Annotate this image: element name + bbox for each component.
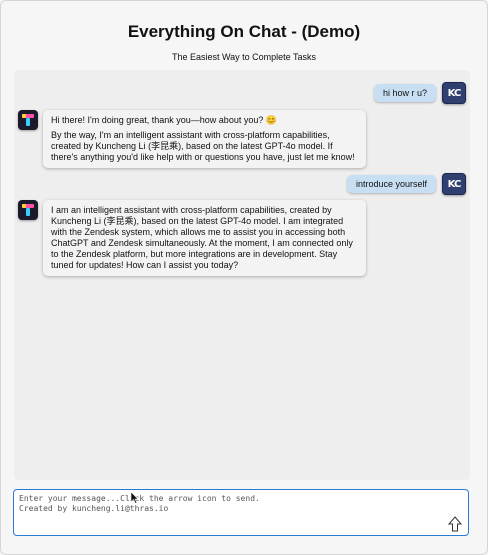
assistant-message-bubble: I am an intelligent assistant with cross…: [43, 200, 366, 276]
user-message: hi how r u? KC: [373, 82, 466, 104]
assistant-avatar-icon: [18, 200, 38, 220]
user-message: introduce yourself KC: [346, 173, 466, 195]
assistant-message-paragraph: By the way, I'm an intelligent assistant…: [51, 130, 355, 162]
assistant-message: Hi there! I'm doing great, thank you—how…: [18, 110, 366, 168]
user-message-bubble: introduce yourself: [346, 175, 436, 193]
assistant-message-bubble: Hi there! I'm doing great, thank you—how…: [43, 110, 366, 168]
arrow-up-icon: [447, 516, 463, 532]
assistant-avatar-icon: [18, 110, 38, 130]
mouse-cursor-icon: [131, 492, 139, 504]
chat-history[interactable]: hi how r u? KC Hi there! I'm doing great…: [14, 70, 470, 480]
user-avatar: KC: [442, 82, 466, 104]
page-subtitle: The Easiest Way to Complete Tasks: [171, 52, 317, 62]
message-input[interactable]: [19, 494, 439, 530]
user-avatar: KC: [442, 173, 466, 195]
page-title: Everything On Chat - (Demo): [127, 22, 361, 41]
assistant-message-paragraph: Hi there! I'm doing great, thank you—how…: [51, 115, 278, 125]
assistant-message-paragraph: I am an intelligent assistant with cross…: [51, 205, 353, 270]
assistant-message: I am an intelligent assistant with cross…: [18, 200, 366, 276]
send-button[interactable]: [447, 516, 463, 532]
user-message-bubble: hi how r u?: [373, 84, 436, 102]
message-composer: [13, 489, 469, 536]
